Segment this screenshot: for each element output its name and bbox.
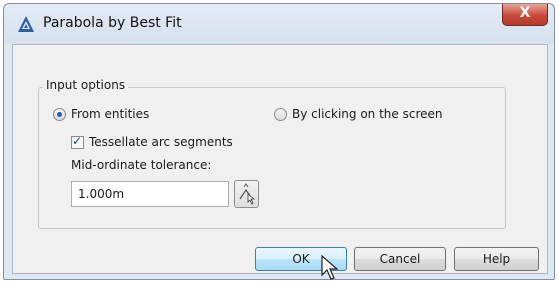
pick-distance-button[interactable] (234, 180, 259, 208)
dialog-body: Input options From entities By clicking … (12, 44, 548, 280)
help-button[interactable]: Help (454, 247, 539, 271)
autocad-logo-icon (18, 16, 34, 32)
tessellate-checkbox[interactable]: ✓ (71, 134, 84, 149)
close-icon: X (519, 5, 531, 21)
tessellate-label[interactable]: Tessellate arc segments (89, 135, 233, 149)
tolerance-label: Mid-ordinate tolerance: (71, 158, 212, 172)
mouse-pointer-icon (321, 255, 339, 280)
dialog-window: Parabola by Best Fit X Input options Fro… (3, 3, 555, 280)
tolerance-input[interactable]: 1.000m (71, 181, 229, 207)
radio-by-clicking[interactable] (274, 108, 287, 121)
close-button[interactable]: X (502, 4, 548, 26)
check-icon: ✓ (72, 134, 83, 148)
window-title: Parabola by Best Fit (43, 15, 182, 31)
radio-by-clicking-label[interactable]: By clicking on the screen (292, 107, 443, 121)
group-label: Input options (43, 78, 129, 92)
pick-distance-icon (239, 183, 256, 205)
radio-from-entities[interactable] (53, 108, 66, 121)
radio-from-entities-label[interactable]: From entities (71, 107, 149, 121)
title-bar[interactable]: Parabola by Best Fit X (4, 4, 554, 44)
cancel-button[interactable]: Cancel (354, 247, 446, 271)
